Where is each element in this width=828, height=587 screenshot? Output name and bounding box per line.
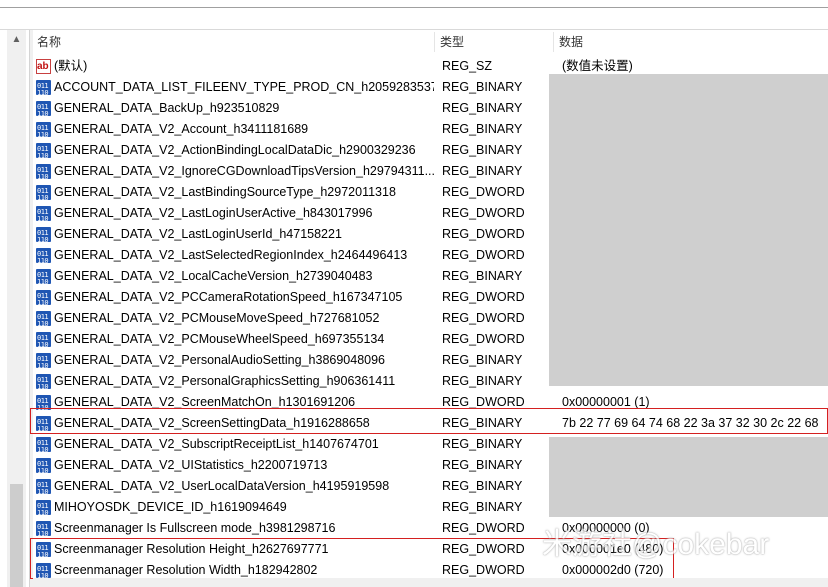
- value-name: MIHOYOSDK_DEVICE_ID_h1619094649: [54, 500, 287, 514]
- value-type: REG_BINARY: [442, 479, 523, 493]
- value-name: GENERAL_DATA_V2_LastLoginUserActive_h843…: [54, 206, 373, 220]
- binary-value-icon: [36, 370, 51, 398]
- value-name: GENERAL_DATA_V2_IgnoreCGDownloadTipsVers…: [54, 164, 434, 178]
- binary-value-icon: [36, 475, 51, 503]
- address-bar: [0, 0, 828, 30]
- value-type: REG_BINARY: [442, 122, 523, 136]
- binary-value-icon: [36, 265, 51, 293]
- value-type: REG_BINARY: [442, 80, 523, 94]
- value-name: GENERAL_DATA_V2_Account_h3411181689: [54, 122, 309, 136]
- binary-value-icon: [36, 223, 51, 251]
- value-type: REG_BINARY: [442, 374, 523, 388]
- value-type: REG_BINARY: [442, 458, 523, 472]
- value-name: GENERAL_DATA_V2_SubscriptReceiptList_h14…: [54, 437, 379, 451]
- value-name: GENERAL_DATA_V2_UserLocalDataVersion_h41…: [54, 479, 390, 493]
- value-name: GENERAL_DATA_V2_LocalCacheVersion_h27390…: [54, 269, 373, 283]
- value-type: REG_DWORD: [442, 227, 525, 241]
- binary-value-icon: [36, 244, 51, 272]
- binary-value-icon: [36, 328, 51, 356]
- binary-value-icon: [36, 496, 51, 524]
- address-bar-border: [0, 7, 828, 8]
- binary-value-icon: [36, 76, 51, 104]
- value-name: GENERAL_DATA_V2_PCCameraRotationSpeed_h1…: [54, 290, 403, 304]
- list-header: 名称 类型 数据: [33, 30, 828, 54]
- highlight-box-screen-setting: [30, 408, 828, 434]
- binary-value-icon: [36, 433, 51, 461]
- value-type: REG_DWORD: [442, 206, 525, 220]
- column-divider[interactable]: [553, 32, 554, 52]
- value-name: GENERAL_DATA_V2_LastBindingSourceType_h2…: [54, 185, 396, 199]
- value-name: GENERAL_DATA_V2_ActionBindingLocalDataDi…: [54, 143, 416, 157]
- binary-value-icon: [36, 118, 51, 146]
- value-type: REG_BINARY: [442, 269, 523, 283]
- value-name: GENERAL_DATA_V2_PersonalGraphicsSetting_…: [54, 374, 396, 388]
- tree-scrollbar[interactable]: ▲: [7, 30, 26, 587]
- column-header-name[interactable]: 名称: [33, 30, 434, 54]
- value-name: ACCOUNT_DATA_LIST_FILEENV_TYPE_PROD_CN_h…: [54, 80, 434, 94]
- watermark: 米游社@cokebar: [542, 528, 770, 561]
- binary-value-icon: [36, 517, 51, 545]
- value-type: REG_DWORD: [442, 185, 525, 199]
- value-type: REG_BINARY: [442, 164, 523, 178]
- value-name: GENERAL_DATA_V2_LastLoginUserId_h4715822…: [54, 227, 342, 241]
- column-divider[interactable]: [434, 32, 435, 52]
- value-type: REG_BINARY: [442, 143, 523, 157]
- value-type: REG_DWORD: [442, 248, 525, 262]
- value-type: REG_BINARY: [442, 500, 523, 514]
- binary-value-icon: [36, 454, 51, 482]
- column-header-type[interactable]: 类型: [436, 30, 553, 54]
- scroll-up-arrow-icon[interactable]: ▲: [7, 32, 26, 48]
- value-name: GENERAL_DATA_V2_LastSelectedRegionIndex_…: [54, 248, 408, 262]
- binary-value-icon: [36, 181, 51, 209]
- redaction-block: [549, 437, 828, 517]
- value-type: REG_SZ: [442, 59, 493, 73]
- value-name: GENERAL_DATA_V2_PCMouseWheelSpeed_h69735…: [54, 332, 385, 346]
- value-name: (默认): [54, 59, 88, 73]
- value-type: REG_BINARY: [442, 437, 523, 451]
- value-type: REG_DWORD: [442, 332, 525, 346]
- value-name: GENERAL_DATA_BackUp_h923510829: [54, 101, 280, 115]
- binary-value-icon: [36, 349, 51, 377]
- value-type: REG_BINARY: [442, 101, 523, 115]
- binary-value-icon: [36, 307, 51, 335]
- binary-value-icon: [36, 286, 51, 314]
- horizontal-scrollbar[interactable]: [33, 578, 828, 587]
- value-type: REG_DWORD: [442, 311, 525, 325]
- binary-value-icon: [36, 160, 51, 188]
- value-name: GENERAL_DATA_V2_UIStatistics_h2200719713: [54, 458, 328, 472]
- binary-value-icon: [36, 139, 51, 167]
- string-value-icon: [36, 56, 51, 77]
- binary-value-icon: [36, 97, 51, 125]
- value-type: REG_DWORD: [442, 290, 525, 304]
- value-name: GENERAL_DATA_V2_PCMouseMoveSpeed_h727681…: [54, 311, 380, 325]
- column-header-data[interactable]: 数据: [555, 30, 828, 54]
- value-name: GENERAL_DATA_V2_PersonalAudioSetting_h38…: [54, 353, 386, 367]
- value-name: Screenmanager Is Fullscreen mode_h398129…: [54, 521, 336, 535]
- value-type: REG_BINARY: [442, 353, 523, 367]
- scrollbar-thumb[interactable]: [10, 484, 23, 587]
- binary-value-icon: [36, 202, 51, 230]
- redaction-block: [549, 74, 828, 386]
- value-type: REG_DWORD: [442, 521, 525, 535]
